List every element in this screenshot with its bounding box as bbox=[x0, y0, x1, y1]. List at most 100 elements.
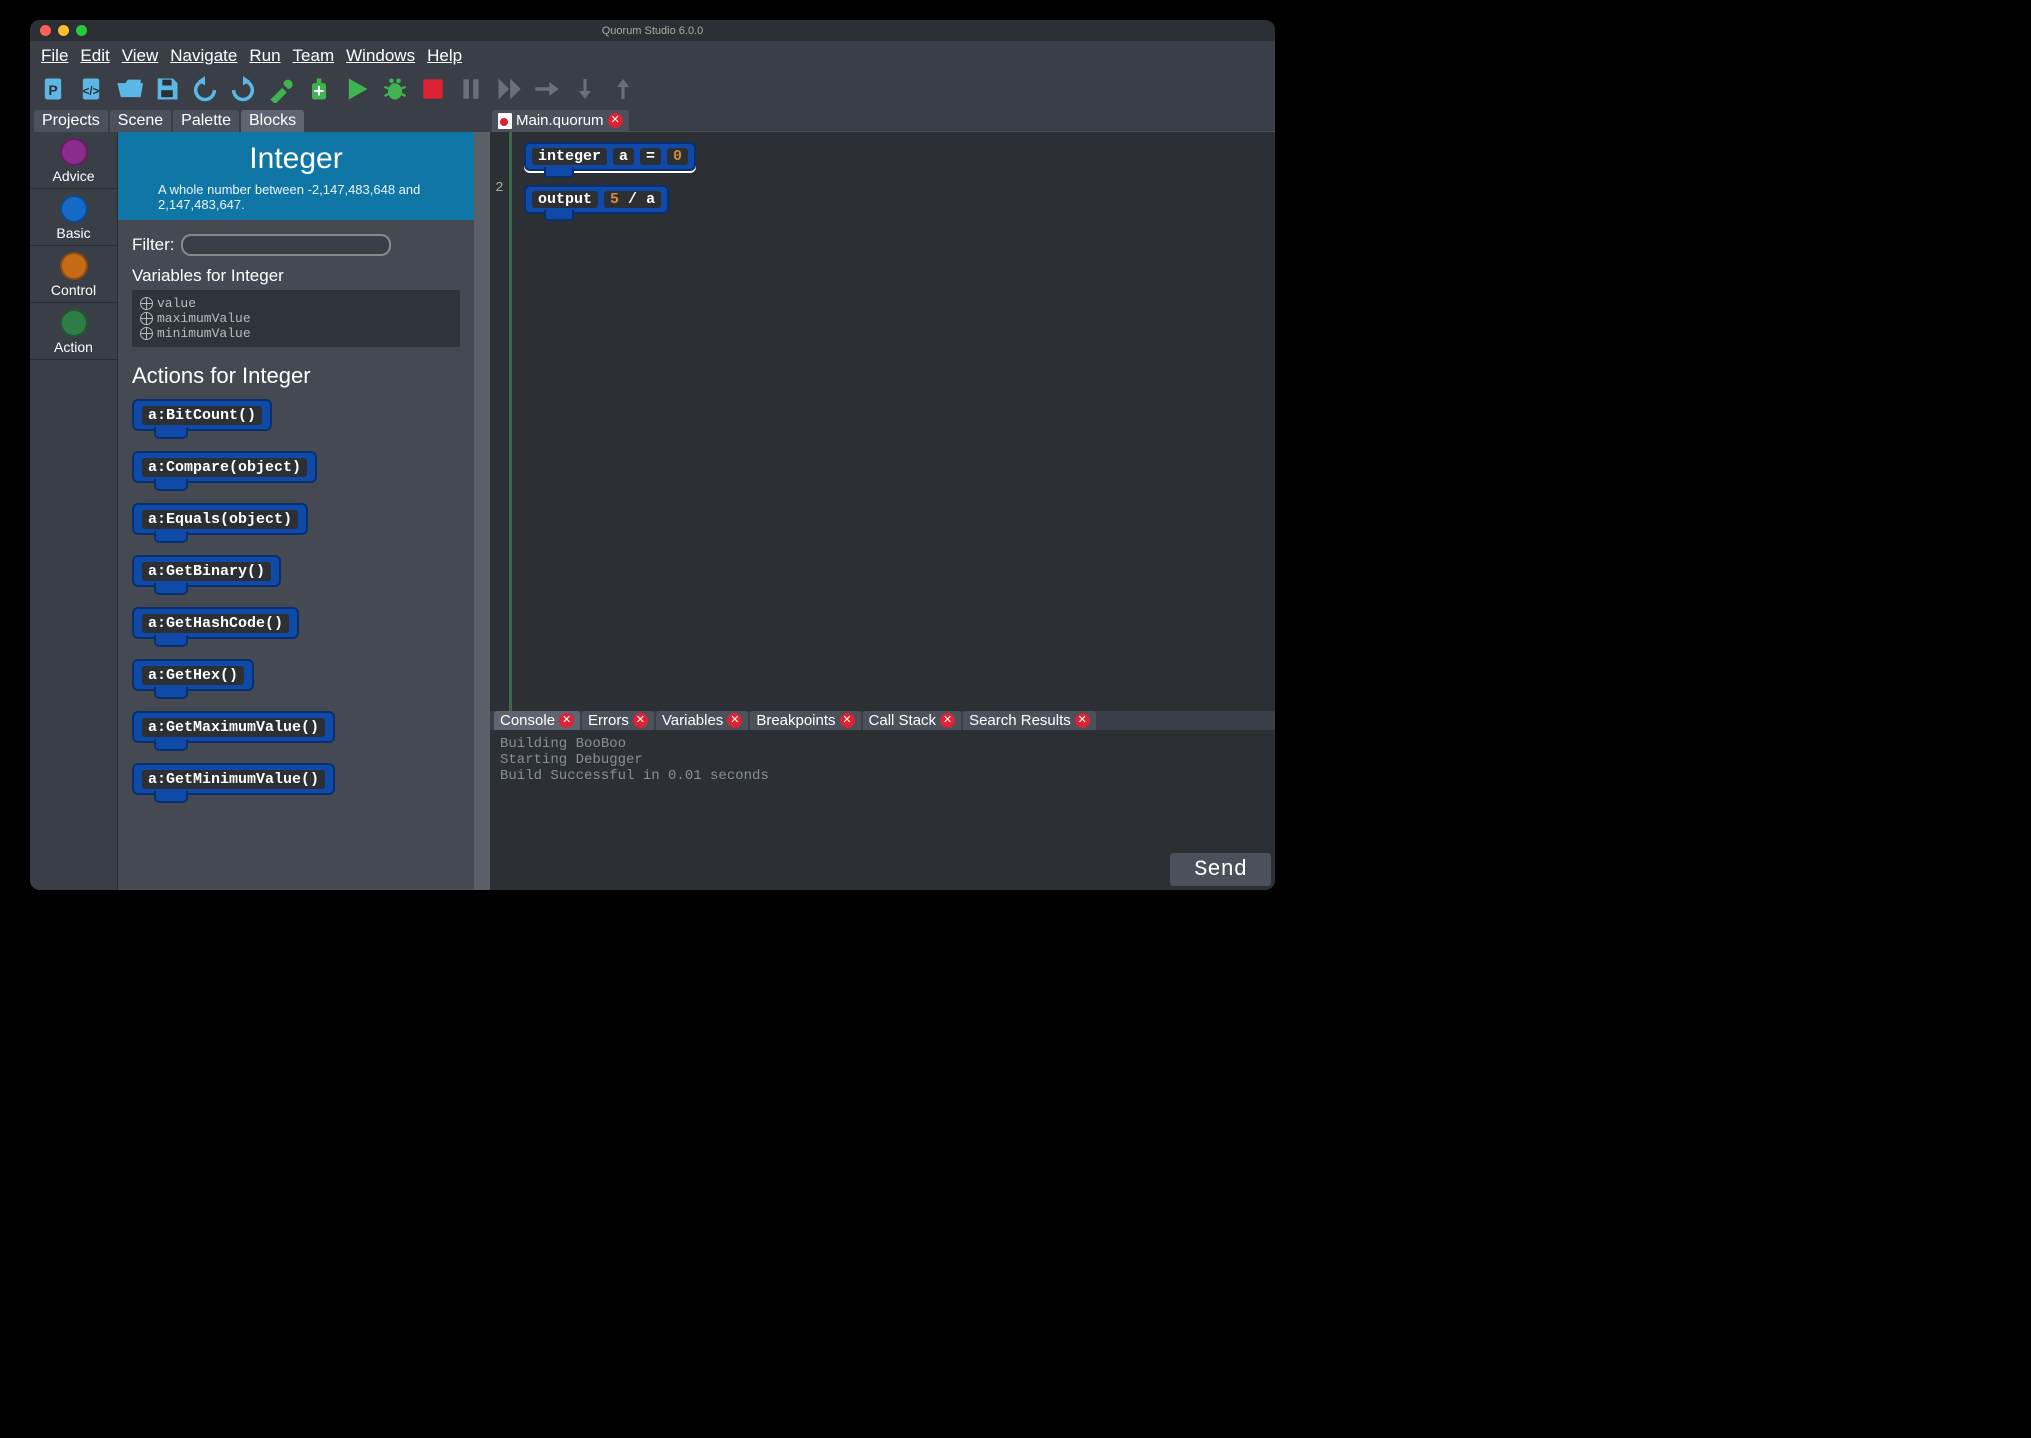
editor-tab-label: Main.quorum bbox=[516, 112, 604, 129]
clean-icon[interactable]: + bbox=[304, 74, 334, 104]
console-output: Building BooBoo Starting Debugger Build … bbox=[490, 730, 1275, 890]
tab-search-results[interactable]: Search Results✕ bbox=[963, 711, 1096, 730]
equals-operator: = bbox=[640, 148, 661, 165]
tab-palette[interactable]: Palette bbox=[173, 110, 239, 132]
action-block[interactable]: a:Equals(object) bbox=[132, 503, 308, 535]
close-icon[interactable]: ✕ bbox=[840, 713, 855, 728]
actions-heading: Actions for Integer bbox=[132, 363, 460, 389]
continue-icon[interactable] bbox=[608, 74, 638, 104]
category-basic[interactable]: Basic bbox=[30, 189, 117, 246]
category-label: Basic bbox=[32, 225, 115, 241]
action-block[interactable]: a:GetMaximumValue() bbox=[132, 711, 335, 743]
window-title: Quorum Studio 6.0.0 bbox=[30, 25, 1275, 37]
line-gutter: 2 bbox=[490, 132, 512, 711]
variables-heading: Variables for Integer bbox=[132, 266, 460, 286]
tab-scene[interactable]: Scene bbox=[110, 110, 171, 132]
code-canvas[interactable]: integer a = 0 output 5 / a bbox=[512, 132, 1275, 711]
menu-help[interactable]: Help bbox=[424, 44, 465, 68]
palette-scrollbar[interactable] bbox=[474, 132, 490, 890]
save-icon[interactable] bbox=[152, 74, 182, 104]
menu-edit[interactable]: Edit bbox=[77, 44, 112, 68]
category-label: Action bbox=[32, 339, 115, 355]
new-project-icon[interactable]: P bbox=[38, 74, 68, 104]
filter-input[interactable] bbox=[181, 234, 391, 256]
tab-projects[interactable]: Projects bbox=[34, 110, 108, 132]
undo-icon[interactable] bbox=[190, 74, 220, 104]
tab-label: Call Stack bbox=[869, 712, 937, 729]
tab-variables[interactable]: Variables✕ bbox=[656, 711, 748, 730]
filter-row: Filter: bbox=[132, 234, 460, 256]
build-icon[interactable] bbox=[266, 74, 296, 104]
menu-file[interactable]: File bbox=[38, 44, 71, 68]
code-block-output[interactable]: output 5 / a bbox=[524, 185, 669, 214]
editor-area[interactable]: 2 integer a = 0 output 5 / bbox=[490, 131, 1275, 711]
basic-color-icon bbox=[60, 195, 88, 223]
action-block[interactable]: a:BitCount() bbox=[132, 399, 272, 431]
pause-icon[interactable] bbox=[456, 74, 486, 104]
console-line: Building BooBoo bbox=[500, 736, 1265, 752]
send-button[interactable]: Send bbox=[1170, 853, 1271, 886]
menu-navigate[interactable]: Navigate bbox=[167, 44, 240, 68]
close-tab-button[interactable]: ✕ bbox=[608, 113, 623, 128]
tab-blocks[interactable]: Blocks bbox=[241, 110, 304, 132]
close-icon[interactable]: ✕ bbox=[633, 713, 648, 728]
action-color-icon bbox=[60, 309, 88, 337]
literal: 0 bbox=[667, 148, 688, 165]
code-block-declaration[interactable]: integer a = 0 bbox=[524, 142, 696, 171]
stop-icon[interactable] bbox=[418, 74, 448, 104]
step-over-icon[interactable] bbox=[494, 74, 524, 104]
menu-view[interactable]: View bbox=[119, 44, 162, 68]
close-icon[interactable]: ✕ bbox=[940, 713, 955, 728]
category-action[interactable]: Action bbox=[30, 303, 117, 360]
svg-text:+: + bbox=[314, 80, 325, 101]
action-label: a:GetMinimumValue() bbox=[142, 770, 325, 789]
new-file-icon[interactable]: </> bbox=[76, 74, 106, 104]
advice-color-icon bbox=[60, 138, 88, 166]
step-out-icon[interactable] bbox=[570, 74, 600, 104]
action-label: a:BitCount() bbox=[142, 406, 262, 425]
tab-callstack[interactable]: Call Stack✕ bbox=[863, 711, 962, 730]
menubar: File Edit View Navigate Run Team Windows… bbox=[30, 41, 1275, 70]
debug-icon[interactable] bbox=[380, 74, 410, 104]
open-icon[interactable] bbox=[114, 74, 144, 104]
tab-breakpoints[interactable]: Breakpoints ✕ bbox=[750, 711, 860, 730]
bottom-tabs: Console✕ Errors✕ Variables✕ Breakpoints ✕… bbox=[490, 711, 1275, 730]
close-icon[interactable]: ✕ bbox=[1075, 713, 1090, 728]
globe-icon bbox=[140, 312, 153, 325]
tab-label: Breakpoints bbox=[756, 712, 835, 729]
globe-icon bbox=[140, 297, 153, 310]
tab-errors[interactable]: Errors✕ bbox=[582, 711, 654, 730]
category-control[interactable]: Control bbox=[30, 246, 117, 303]
right-panel: Main.quorum ✕ 2 integer a = 0 bbox=[490, 110, 1275, 890]
action-block[interactable]: a:GetHashCode() bbox=[132, 607, 299, 639]
close-icon[interactable]: ✕ bbox=[559, 713, 574, 728]
left-body: Advice Basic Control Action bbox=[30, 132, 490, 890]
category-advice[interactable]: Advice bbox=[30, 132, 117, 189]
menu-windows[interactable]: Windows bbox=[343, 44, 418, 68]
action-label: a:GetBinary() bbox=[142, 562, 271, 581]
menu-team[interactable]: Team bbox=[290, 44, 338, 68]
action-label: a:Equals(object) bbox=[142, 510, 298, 529]
editor-tab-main[interactable]: Main.quorum ✕ bbox=[492, 110, 629, 131]
action-label: a:GetHashCode() bbox=[142, 614, 289, 633]
variable-item[interactable]: minimumValue bbox=[140, 326, 452, 341]
variable-item[interactable]: value bbox=[140, 296, 452, 311]
palette-body: Filter: Variables for Integer value maxi… bbox=[118, 220, 474, 823]
action-block[interactable]: a:Compare(object) bbox=[132, 451, 317, 483]
keyword: output bbox=[532, 191, 598, 208]
close-icon[interactable]: ✕ bbox=[727, 713, 742, 728]
tab-console[interactable]: Console✕ bbox=[494, 711, 580, 730]
filter-label: Filter: bbox=[132, 235, 175, 255]
redo-icon[interactable] bbox=[228, 74, 258, 104]
action-label: a:Compare(object) bbox=[142, 458, 307, 477]
menu-run[interactable]: Run bbox=[246, 44, 283, 68]
action-block[interactable]: a:GetHex() bbox=[132, 659, 254, 691]
action-label: a:GetHex() bbox=[142, 666, 244, 685]
content-area: Projects Scene Palette Blocks Advice Bas… bbox=[30, 110, 1275, 890]
action-block[interactable]: a:GetBinary() bbox=[132, 555, 281, 587]
variable-item[interactable]: maximumValue bbox=[140, 311, 452, 326]
step-into-icon[interactable] bbox=[532, 74, 562, 104]
globe-icon bbox=[140, 327, 153, 340]
run-icon[interactable] bbox=[342, 74, 372, 104]
action-block[interactable]: a:GetMinimumValue() bbox=[132, 763, 335, 795]
